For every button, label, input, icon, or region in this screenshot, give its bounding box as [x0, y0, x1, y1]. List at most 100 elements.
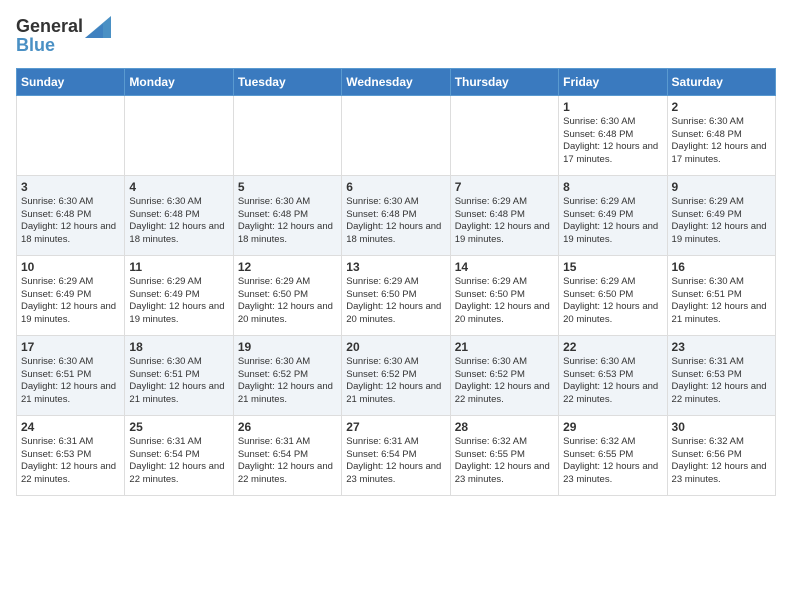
day-info: Sunrise: 6:30 AM Sunset: 6:48 PM Dayligh…	[346, 196, 445, 247]
day-number: 5	[238, 180, 337, 194]
day-cell: 16 Sunrise: 6:30 AM Sunset: 6:51 PM Dayli…	[667, 255, 775, 335]
day-info: Sunrise: 6:30 AM Sunset: 6:48 PM Dayligh…	[238, 196, 337, 247]
day-number: 10	[21, 260, 120, 274]
day-cell: 30 Sunrise: 6:32 AM Sunset: 6:56 PM Dayli…	[667, 415, 775, 495]
day-number: 6	[346, 180, 445, 194]
day-cell: 1 Sunrise: 6:30 AM Sunset: 6:48 PM Daylig…	[559, 95, 667, 175]
day-cell: 8 Sunrise: 6:29 AM Sunset: 6:49 PM Daylig…	[559, 175, 667, 255]
day-number: 20	[346, 340, 445, 354]
day-number: 2	[672, 100, 771, 114]
day-number: 22	[563, 340, 662, 354]
day-info: Sunrise: 6:30 AM Sunset: 6:51 PM Dayligh…	[672, 276, 771, 327]
day-info: Sunrise: 6:30 AM Sunset: 6:52 PM Dayligh…	[455, 356, 554, 407]
week-row-4: 17Sunrise: 6:30 AM Sunset: 6:51 PM Dayli…	[17, 335, 776, 415]
day-cell: 4 Sunrise: 6:30 AM Sunset: 6:48 PM Daylig…	[125, 175, 233, 255]
day-cell	[17, 95, 125, 175]
day-cell: 5 Sunrise: 6:30 AM Sunset: 6:48 PM Daylig…	[233, 175, 341, 255]
day-info: Sunrise: 6:30 AM Sunset: 6:52 PM Dayligh…	[238, 356, 337, 407]
day-number: 27	[346, 420, 445, 434]
calendar-header-row: SundayMondayTuesdayWednesdayThursdayFrid…	[17, 68, 776, 95]
day-cell: 2 Sunrise: 6:30 AM Sunset: 6:48 PM Daylig…	[667, 95, 775, 175]
day-cell: 18 Sunrise: 6:30 AM Sunset: 6:51 PM Dayli…	[125, 335, 233, 415]
day-number: 4	[129, 180, 228, 194]
day-info: Sunrise: 6:30 AM Sunset: 6:51 PM Dayligh…	[21, 356, 120, 407]
day-cell: 22Sunrise: 6:30 AM Sunset: 6:53 PM Dayli…	[559, 335, 667, 415]
day-number: 19	[238, 340, 337, 354]
day-info: Sunrise: 6:30 AM Sunset: 6:52 PM Dayligh…	[346, 356, 445, 407]
day-info: Sunrise: 6:31 AM Sunset: 6:53 PM Dayligh…	[672, 356, 771, 407]
day-info: Sunrise: 6:29 AM Sunset: 6:50 PM Dayligh…	[238, 276, 337, 327]
day-number: 18	[129, 340, 228, 354]
week-row-1: 1 Sunrise: 6:30 AM Sunset: 6:48 PM Daylig…	[17, 95, 776, 175]
header-wednesday: Wednesday	[342, 68, 450, 95]
day-cell: 13 Sunrise: 6:29 AM Sunset: 6:50 PM Dayli…	[342, 255, 450, 335]
day-number: 11	[129, 260, 228, 274]
day-number: 28	[455, 420, 554, 434]
header-friday: Friday	[559, 68, 667, 95]
day-cell	[125, 95, 233, 175]
calendar-table: SundayMondayTuesdayWednesdayThursdayFrid…	[16, 68, 776, 496]
logo: General Blue	[16, 16, 111, 56]
day-info: Sunrise: 6:31 AM Sunset: 6:54 PM Dayligh…	[346, 436, 445, 487]
day-cell: 14 Sunrise: 6:29 AM Sunset: 6:50 PM Dayli…	[450, 255, 558, 335]
day-number: 1	[563, 100, 662, 114]
page-header: General Blue	[16, 16, 776, 56]
day-cell: 28Sunrise: 6:32 AM Sunset: 6:55 PM Dayli…	[450, 415, 558, 495]
day-cell: 20 Sunrise: 6:30 AM Sunset: 6:52 PM Dayli…	[342, 335, 450, 415]
day-cell: 27 Sunrise: 6:31 AM Sunset: 6:54 PM Dayli…	[342, 415, 450, 495]
day-cell: 19 Sunrise: 6:30 AM Sunset: 6:52 PM Dayli…	[233, 335, 341, 415]
day-info: Sunrise: 6:30 AM Sunset: 6:51 PM Dayligh…	[129, 356, 228, 407]
day-number: 8	[563, 180, 662, 194]
day-cell	[233, 95, 341, 175]
header-monday: Monday	[125, 68, 233, 95]
day-number: 25	[129, 420, 228, 434]
day-number: 9	[672, 180, 771, 194]
header-saturday: Saturday	[667, 68, 775, 95]
logo-general: General	[16, 17, 83, 37]
day-info: Sunrise: 6:31 AM Sunset: 6:53 PM Dayligh…	[21, 436, 120, 487]
day-number: 30	[672, 420, 771, 434]
day-cell: 29Sunrise: 6:32 AM Sunset: 6:55 PM Dayli…	[559, 415, 667, 495]
calendar-body: 1 Sunrise: 6:30 AM Sunset: 6:48 PM Daylig…	[17, 95, 776, 495]
day-number: 21	[455, 340, 554, 354]
day-info: Sunrise: 6:29 AM Sunset: 6:49 PM Dayligh…	[129, 276, 228, 327]
day-cell: 6 Sunrise: 6:30 AM Sunset: 6:48 PM Daylig…	[342, 175, 450, 255]
header-sunday: Sunday	[17, 68, 125, 95]
day-number: 12	[238, 260, 337, 274]
day-cell: 24Sunrise: 6:31 AM Sunset: 6:53 PM Dayli…	[17, 415, 125, 495]
day-info: Sunrise: 6:31 AM Sunset: 6:54 PM Dayligh…	[238, 436, 337, 487]
day-number: 29	[563, 420, 662, 434]
day-number: 13	[346, 260, 445, 274]
day-info: Sunrise: 6:29 AM Sunset: 6:49 PM Dayligh…	[21, 276, 120, 327]
day-info: Sunrise: 6:30 AM Sunset: 6:48 PM Dayligh…	[21, 196, 120, 247]
day-info: Sunrise: 6:29 AM Sunset: 6:50 PM Dayligh…	[455, 276, 554, 327]
week-row-2: 3 Sunrise: 6:30 AM Sunset: 6:48 PM Daylig…	[17, 175, 776, 255]
day-info: Sunrise: 6:29 AM Sunset: 6:48 PM Dayligh…	[455, 196, 554, 247]
day-number: 16	[672, 260, 771, 274]
day-cell	[342, 95, 450, 175]
logo-blue: Blue	[16, 36, 111, 56]
day-info: Sunrise: 6:29 AM Sunset: 6:50 PM Dayligh…	[346, 276, 445, 327]
day-info: Sunrise: 6:30 AM Sunset: 6:48 PM Dayligh…	[672, 116, 771, 167]
day-cell: 23 Sunrise: 6:31 AM Sunset: 6:53 PM Dayli…	[667, 335, 775, 415]
day-number: 3	[21, 180, 120, 194]
day-cell: 25Sunrise: 6:31 AM Sunset: 6:54 PM Dayli…	[125, 415, 233, 495]
week-row-3: 10 Sunrise: 6:29 AM Sunset: 6:49 PM Dayli…	[17, 255, 776, 335]
day-cell: 9 Sunrise: 6:29 AM Sunset: 6:49 PM Daylig…	[667, 175, 775, 255]
day-cell: 7 Sunrise: 6:29 AM Sunset: 6:48 PM Daylig…	[450, 175, 558, 255]
logo-icon	[85, 16, 111, 38]
day-cell: 11 Sunrise: 6:29 AM Sunset: 6:49 PM Dayli…	[125, 255, 233, 335]
day-info: Sunrise: 6:32 AM Sunset: 6:56 PM Dayligh…	[672, 436, 771, 487]
day-info: Sunrise: 6:29 AM Sunset: 6:49 PM Dayligh…	[672, 196, 771, 247]
day-info: Sunrise: 6:29 AM Sunset: 6:49 PM Dayligh…	[563, 196, 662, 247]
header-thursday: Thursday	[450, 68, 558, 95]
day-number: 23	[672, 340, 771, 354]
day-info: Sunrise: 6:30 AM Sunset: 6:48 PM Dayligh…	[129, 196, 228, 247]
week-row-5: 24Sunrise: 6:31 AM Sunset: 6:53 PM Dayli…	[17, 415, 776, 495]
day-cell: 10 Sunrise: 6:29 AM Sunset: 6:49 PM Dayli…	[17, 255, 125, 335]
day-info: Sunrise: 6:30 AM Sunset: 6:48 PM Dayligh…	[563, 116, 662, 167]
day-number: 26	[238, 420, 337, 434]
day-number: 15	[563, 260, 662, 274]
day-number: 14	[455, 260, 554, 274]
day-number: 7	[455, 180, 554, 194]
